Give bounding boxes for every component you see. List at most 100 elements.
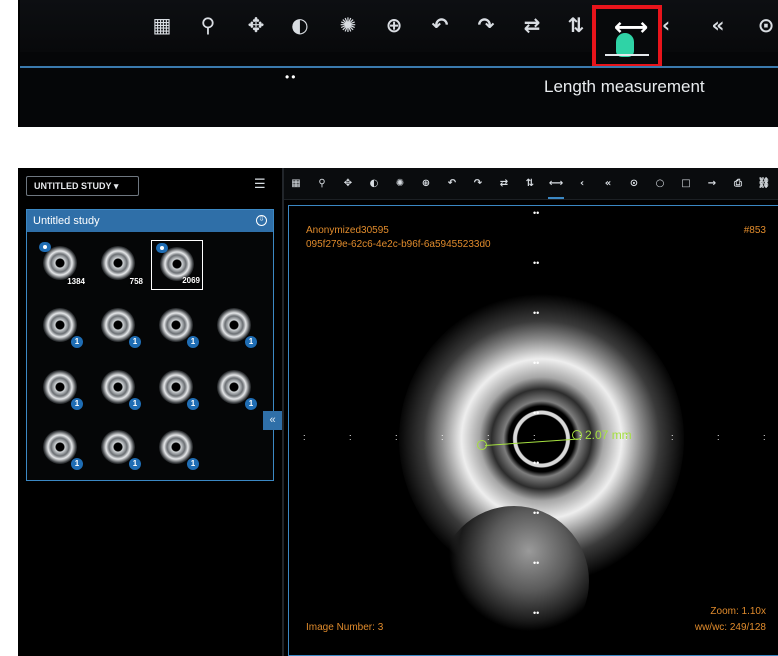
inset-tool-icon-13: ⊙ [757, 13, 775, 37]
horizontal-scale-marker: : [487, 432, 490, 442]
series-thumbnail[interactable]: 1 [209, 302, 261, 352]
inset-tool-icon-8: ⇄ [523, 13, 541, 37]
toolbar-tool-icon-9[interactable]: ⇅ [522, 176, 538, 192]
series-thumbnail[interactable]: 758 [93, 240, 145, 290]
horizontal-scale-marker: : [303, 432, 306, 442]
series-thumbnail[interactable]: 1 [93, 424, 145, 474]
vertical-scale-marker: •• [533, 458, 540, 468]
toolbar-tool-icon-16[interactable]: → [704, 176, 720, 192]
toolbar-tool-icon-1[interactable]: ⚲ [314, 176, 330, 192]
tooltip-length-measurement: Length measurement [544, 77, 705, 96]
inset-tool-icon-5: ⊕ [385, 13, 403, 37]
collapse-panel-button[interactable]: « [263, 411, 282, 430]
study-browser: UNTITLED STUDY ▾ ☰ Untitled study ⇩ 1384… [20, 168, 282, 656]
toolbar-tool-icon-11[interactable]: ‹ [574, 176, 590, 192]
vertical-scale-marker: •• [533, 608, 540, 618]
ivus-image-tail [439, 506, 589, 655]
inset-tool-icon-12: « [711, 13, 725, 37]
inset-tool-icon-0: ▦ [152, 13, 172, 37]
inset-toolbar: ▦ ⚲ ✥ ◐ ✺ ⊕ ↶ ↷ ⇄ ⇅ ‹ «⊙ [20, 0, 778, 52]
horizontal-scale-marker: : [671, 432, 674, 442]
series-thumbnail[interactable]: 1 [35, 302, 87, 352]
toolbar-tool-icon-18[interactable]: ⛓ [756, 176, 772, 192]
image-viewer: ▦ ⚲ ✥ ◐ ✺ ⊕ ↶ ↷ ⇄ ⇅ ⟷ ‹ « ⊙ ○ □ → ⎙ ⛓ Anonymized30595 095f… [284, 168, 778, 656]
horizontal-scale-marker: : [763, 432, 766, 442]
dicom-viewer-app: UNTITLED STUDY ▾ ☰ Untitled study ⇩ 1384… [18, 168, 778, 656]
inset-tool-icon-9: ⇅ [567, 13, 585, 37]
active-underline [605, 54, 649, 56]
length-tool-highlight[interactable]: ⟷ [592, 5, 662, 68]
window-level: ww/wc: 249/128 [694, 622, 766, 633]
toolbar-tool-icon-7[interactable]: ↷ [470, 176, 486, 192]
download-icon[interactable]: ⇩ [256, 215, 267, 226]
series-thumbnail[interactable]: 2069 [151, 240, 203, 290]
inset-tool-icon-7: ↷ [477, 13, 495, 37]
viewport[interactable]: Anonymized30595 095f279e-62c6-4e2c-b96f-… [288, 205, 778, 656]
inset-tool-icon-2: ✥ [247, 13, 265, 37]
vertical-scale-marker: •• [533, 208, 540, 218]
eye-icon [39, 242, 51, 252]
inset-viewport-border [20, 66, 778, 68]
image-number: Image Number: 3 [306, 622, 384, 633]
frame-count-badge: 1 [245, 336, 257, 348]
vertical-scale-marker: •• [533, 508, 540, 518]
series-thumbnail[interactable]: 1 [35, 364, 87, 414]
series-thumbnail[interactable]: 1 [151, 302, 203, 352]
frame-count-badge: 1 [245, 398, 257, 410]
toolbar-tool-icon-10[interactable]: ⟷ [548, 176, 564, 199]
study-select-dropdown[interactable]: UNTITLED STUDY ▾ [26, 176, 139, 196]
toolbar-tool-icon-13[interactable]: ⊙ [626, 176, 642, 192]
frame-count-badge: 1 [71, 398, 83, 410]
vertical-scale-marker: •• [533, 308, 540, 318]
horizontal-scale-marker: : [533, 432, 536, 442]
frame-count-badge: 1 [129, 398, 141, 410]
inset-tool-icon-1: ⚲ [200, 13, 216, 37]
toolbar-tool-icon-0[interactable]: ▦ [288, 176, 304, 192]
frame-count-badge: 1 [71, 336, 83, 348]
eye-icon [156, 243, 168, 253]
frame-count-badge: 758 [129, 277, 143, 286]
vertical-scale-marker: •• [533, 408, 540, 418]
study-header[interactable]: Untitled study ⇩ [27, 210, 273, 232]
toolbar-tool-icon-5[interactable]: ⊕ [418, 176, 434, 192]
vertical-scale-marker: •• [533, 358, 540, 368]
study-title: Untitled study [33, 215, 100, 227]
horizontal-scale-marker: : [441, 432, 444, 442]
instance-number: #853 [743, 225, 766, 236]
horizontal-scale-marker: : [717, 432, 720, 442]
toolbar-tool-icon-4[interactable]: ✺ [392, 176, 408, 192]
list-view-icon[interactable]: ☰ [254, 177, 266, 192]
series-thumbnail[interactable]: 1 [93, 302, 145, 352]
series-thumbnail[interactable]: 1 [93, 364, 145, 414]
horizontal-scale-marker: : [625, 432, 628, 442]
frame-count-badge: 1 [187, 336, 199, 348]
study-uid: 095f279e-62c6-4e2c-b96f-6a59455233d0 [306, 239, 491, 250]
frame-count-badge: 1 [71, 458, 83, 470]
series-thumbnail[interactable]: 1 [151, 424, 203, 474]
vertical-scale-marker: •• [533, 558, 540, 568]
frame-count-badge: 1 [129, 458, 141, 470]
inset-tool-icon-3: ◐ [291, 13, 309, 37]
toolbar-tool-icon-17[interactable]: ⎙ [730, 176, 746, 192]
toolbar-tool-icon-6[interactable]: ↶ [444, 176, 460, 192]
toolbar-tool-icon-3[interactable]: ◐ [366, 176, 382, 192]
inset-scale-dots: •• [285, 70, 298, 84]
screenshot-frame: ▦ ⚲ ✥ ◐ ✺ ⊕ ↶ ↷ ⇄ ⇅ ‹ « ⊙ ⟷ •• Length measurement UN… [0, 0, 778, 656]
series-thumbnail[interactable]: 1 [35, 424, 87, 474]
series-thumbnail[interactable]: 1 [151, 364, 203, 414]
toolbar-tool-icon-2[interactable]: ✥ [340, 176, 356, 192]
frame-count-badge: 1384 [67, 277, 85, 286]
series-thumbnail[interactable]: 1 [209, 364, 261, 414]
horizontal-scale-marker: : [579, 432, 582, 442]
toolbar-tool-icon-12[interactable]: « [600, 176, 616, 192]
thumbnail-image [101, 246, 135, 280]
series-thumbnail[interactable]: 1384 [35, 240, 87, 290]
zoom-level: Zoom: 1.10x [710, 606, 766, 617]
viewer-toolbar: ▦ ⚲ ✥ ◐ ✺ ⊕ ↶ ↷ ⇄ ⇅ ⟷ ‹ « ⊙ ○ □ → ⎙ ⛓ [284, 168, 778, 200]
toolbar-tool-icon-8[interactable]: ⇄ [496, 176, 512, 192]
measurement-start-handle[interactable] [477, 440, 487, 450]
patient-name: Anonymized30595 [306, 225, 389, 236]
toolbar-tool-icon-14[interactable]: ○ [652, 176, 668, 192]
toolbar-tool-icon-15[interactable]: □ [678, 176, 694, 192]
vertical-scale-marker: •• [533, 258, 540, 268]
